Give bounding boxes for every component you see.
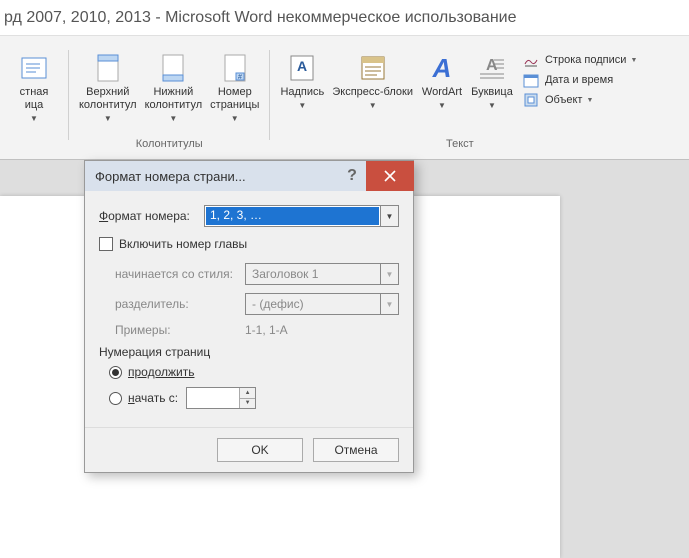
footer-button[interactable]: Нижнийколонтитул ▼ — [141, 48, 207, 132]
ribbon: стнаяица ▼ Верхнийколонтитул ▼ — [0, 36, 689, 160]
number-format-label: Формат номера: — [99, 209, 204, 223]
svg-text:A: A — [297, 58, 307, 74]
chevron-down-icon: ▼ — [380, 294, 398, 314]
svg-text:A: A — [432, 53, 452, 83]
starts-style-value: Заголовок 1 — [246, 265, 380, 283]
chevron-down-icon: ▼ — [438, 101, 446, 110]
chevron-down-icon: ▼ — [488, 101, 496, 110]
include-chapter-checkbox[interactable] — [99, 237, 113, 251]
footer-icon — [157, 52, 189, 84]
startat-radio[interactable] — [109, 392, 122, 405]
close-button[interactable] — [366, 161, 414, 191]
textbox-label2: ица — [25, 99, 44, 111]
separator-label: разделитель: — [115, 297, 245, 311]
dialog-title-text: Формат номера страни... — [95, 169, 246, 184]
page-numbering-label: Нумерация страниц — [99, 345, 399, 359]
wordart-button[interactable]: A WordArt ▼ — [417, 48, 467, 132]
separator-combo: - (дефис) ▼ — [245, 293, 399, 315]
header-button[interactable]: Верхнийколонтитул ▼ — [75, 48, 141, 132]
close-icon — [384, 170, 396, 182]
app-title: рд 2007, 2010, 2013 - Microsoft Word нек… — [0, 0, 689, 36]
header-icon — [92, 52, 124, 84]
page-number-button[interactable]: # Номерстраницы ▼ — [206, 48, 263, 132]
wordart-icon: A — [426, 52, 458, 84]
group-label-hf: Колонтитулы — [136, 136, 203, 156]
quickparts-icon — [357, 52, 389, 84]
starts-style-combo: Заголовок 1 ▼ — [245, 263, 399, 285]
spinner-up-icon[interactable]: ▲ — [240, 388, 255, 399]
page-number-icon: # — [219, 52, 251, 84]
svg-text:#: # — [238, 74, 242, 81]
chevron-down-icon: ▼ — [380, 264, 398, 284]
group-label-text: Текст — [446, 136, 474, 156]
separator-value: - (дефис) — [246, 295, 380, 313]
object-icon — [523, 92, 539, 108]
include-chapter-label: Включить номер главы — [119, 237, 247, 251]
dropcap-icon: A — [476, 52, 508, 84]
chevron-down-icon: ▼ — [169, 114, 177, 123]
dialog-titlebar[interactable]: Формат номера страни... ? — [85, 161, 413, 191]
signature-icon — [523, 52, 539, 68]
chevron-down-icon: ▼ — [369, 101, 377, 110]
textbox-icon — [18, 52, 50, 84]
page-number-format-dialog: Формат номера страни... ? Формат номера:… — [84, 160, 414, 473]
dropcap-button[interactable]: A Буквица ▼ — [467, 48, 517, 132]
textbox-button-partial[interactable]: стнаяица ▼ — [6, 48, 62, 132]
chevron-down-icon: ▼ — [586, 97, 593, 104]
starts-style-label: начинается со стиля: — [115, 267, 245, 281]
quickparts-button[interactable]: Экспресс-блоки ▼ — [328, 48, 417, 132]
chevron-down-icon: ▼ — [231, 114, 239, 123]
continue-radio[interactable] — [109, 366, 122, 379]
datetime-icon — [523, 72, 539, 88]
chevron-down-icon[interactable]: ▼ — [380, 206, 398, 226]
textbox-label1: стная — [20, 86, 49, 98]
startat-spinner[interactable]: ▲ ▼ — [186, 387, 256, 409]
spinner-down-icon[interactable]: ▼ — [240, 399, 255, 409]
cancel-button[interactable]: Отмена — [313, 438, 399, 462]
chevron-down-icon: ▼ — [104, 114, 112, 123]
continue-label: продолжить — [128, 365, 194, 379]
help-button[interactable]: ? — [338, 161, 366, 191]
examples-value: 1-1, 1-A — [245, 323, 288, 337]
number-format-value: 1, 2, 3, … — [206, 207, 379, 225]
caption-icon: A — [286, 52, 318, 84]
startat-label: начать с: — [128, 391, 178, 405]
workspace: Формат номера страни... ? Формат номера:… — [0, 160, 689, 558]
examples-label: Примеры: — [115, 323, 245, 337]
chevron-down-icon: ▼ — [30, 114, 38, 123]
number-format-combo[interactable]: 1, 2, 3, … ▼ — [204, 205, 399, 227]
ok-button[interactable]: OK — [217, 438, 303, 462]
caption-button[interactable]: A Надпись ▼ — [276, 48, 328, 132]
chevron-down-icon: ▼ — [630, 57, 637, 64]
object-button[interactable]: Объект ▼ — [523, 92, 637, 108]
signature-line-button[interactable]: Строка подписи ▼ — [523, 52, 637, 68]
chevron-down-icon: ▼ — [298, 101, 306, 110]
datetime-button[interactable]: Дата и время — [523, 72, 637, 88]
